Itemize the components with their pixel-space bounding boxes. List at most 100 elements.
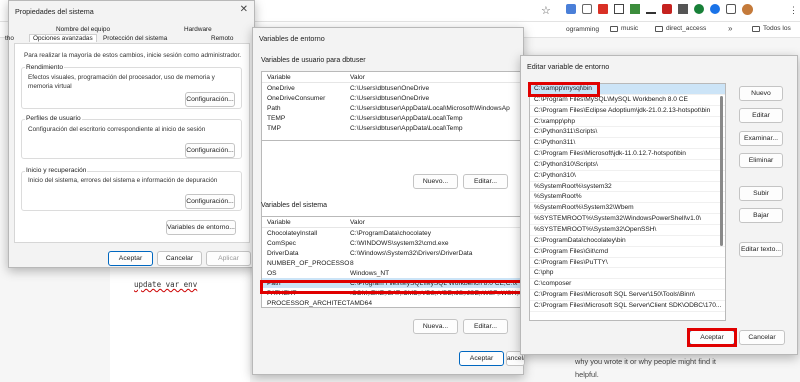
column-header-variable[interactable]: Variable	[262, 219, 350, 226]
cancel-button[interactable]: Cancelar	[157, 251, 202, 266]
delete-button[interactable]: Eliminar	[739, 153, 783, 168]
bolt-extension-icon[interactable]	[678, 4, 688, 14]
table-row[interactable]: PROCESSOR_ARCHITECTUREAMD64	[262, 298, 523, 307]
environment-variables-dialog: Variables de entorno Variables de usuari…	[252, 27, 526, 375]
user-edit-button[interactable]: Editar...	[463, 174, 508, 189]
puzzle-extension-icon[interactable]	[726, 4, 736, 14]
list-item[interactable]: C:\xampp\php	[530, 117, 725, 128]
edit-button[interactable]: Editar	[739, 108, 783, 123]
list-item[interactable]: %SYSTEMROOT%\System32\OpenSSH\	[530, 225, 725, 236]
apply-button[interactable]: Aplicar	[206, 251, 251, 266]
answer-text-line-1: why you wrote it or why people might fin…	[575, 357, 716, 366]
list-item[interactable]: %SYSTEMROOT%\System32\WindowsPowerShell\…	[530, 214, 725, 225]
column-header-variable[interactable]: Variable	[262, 74, 350, 81]
list-item[interactable]: C:\Program Files\MySQL\MySQL Workbench 8…	[530, 95, 725, 106]
sliders-extension-icon[interactable]	[646, 4, 656, 14]
tab-remote[interactable]: Remoto	[211, 35, 233, 42]
list-item[interactable]: C:\Program Files\Git\cmd	[530, 247, 725, 258]
table-row[interactable]: Path C:\Users\dbtuser\AppData\Local\Micro…	[262, 103, 523, 113]
list-item[interactable]: C:\Python311\	[530, 138, 725, 150]
bookmark-direct-access[interactable]: direct_access	[655, 25, 706, 32]
list-item[interactable]: C:\Program Files\PuTTY\	[530, 258, 725, 269]
tab-system-protection[interactable]: Protección del sistema	[103, 35, 167, 42]
close-icon[interactable]: ✕	[240, 5, 248, 15]
table-row[interactable]: ComSpec C:\WINDOWS\system32\cmd.exe	[262, 238, 523, 248]
list-item[interactable]: C:\Program Files\Microsoft SQL Server\Cl…	[530, 301, 725, 312]
browser-menu-icon[interactable]: ⋮	[789, 5, 798, 16]
pdf-extension-icon[interactable]	[598, 4, 608, 14]
list-item[interactable]: C:\Program Files\Microsoft\jdk-11.0.12.7…	[530, 149, 725, 160]
cancel-button[interactable]: Cancelar	[739, 330, 785, 345]
table-row[interactable]: DriverData C:\Windows\System32\Drivers\Dr…	[262, 248, 523, 258]
list-item[interactable]: %SystemRoot%	[530, 192, 725, 204]
move-up-button[interactable]: Subir	[739, 186, 783, 201]
list-item[interactable]: C:\Program Files\Eclipse Adoptium\jdk-21…	[530, 106, 725, 117]
new-button[interactable]: Nuevo	[739, 86, 783, 101]
bookmark-music[interactable]: music	[610, 25, 638, 32]
browse-button[interactable]: Examinar...	[739, 131, 783, 146]
folder-icon	[655, 25, 663, 32]
list-scrollbar[interactable]	[720, 96, 723, 246]
green-extension-icon[interactable]	[694, 4, 704, 14]
list-item[interactable]: C:\ProgramData\chocolatey\bin	[530, 236, 725, 247]
system-vars-label: Variables del sistema	[261, 202, 328, 209]
blue-extension-icon[interactable]	[710, 4, 720, 14]
path-entries-list[interactable]: C:\xampp\mysql\bin C:\Program Files\MySQ…	[529, 83, 726, 321]
system-edit-button[interactable]: Editar...	[463, 319, 508, 334]
list-item[interactable]: %SystemRoot%\System32\Wbem	[530, 203, 725, 215]
edit-text-button[interactable]: Editar texto...	[739, 242, 783, 257]
mail-extension-icon[interactable]	[662, 4, 672, 14]
translate-extension-icon[interactable]	[566, 4, 576, 14]
tab-advanced[interactable]: Opciones avanzadas	[29, 34, 97, 42]
grid-extension-icon[interactable]	[630, 4, 640, 14]
startup-settings-button[interactable]: Configuración...	[185, 194, 235, 209]
user-vars-label: Variables de usuario para dbtuser	[261, 57, 366, 64]
variable-value: C:\Windows\System32\Drivers\DriverData	[350, 249, 473, 257]
variable-value: .COM;.EXE;.BAT;.CMD;.VBS;.VBE;.JS;.JSE;.…	[350, 289, 523, 297]
more-bookmarks-chevron-icon[interactable]: »	[728, 24, 732, 33]
tab-hardware[interactable]: Hardware	[184, 26, 212, 33]
list-item[interactable]: C:\Program Files\Microsoft SQL Server\15…	[530, 290, 725, 301]
system-variables-table[interactable]: Variable Valor ChocolateyInstall C:\Progra…	[261, 216, 524, 308]
table-row-selected[interactable]: Path C:\Program Files\MySQL\MySQL Workben…	[262, 278, 523, 288]
user-new-button[interactable]: Nuevo...	[413, 174, 458, 189]
bookmark-star-icon[interactable]: ☆	[541, 4, 551, 17]
tab-computer-name[interactable]: Nombre del equipo	[56, 26, 110, 33]
column-header-value[interactable]: Valor	[350, 74, 523, 81]
bookmark-all[interactable]: Todos los	[752, 25, 791, 32]
table-row[interactable]: NUMBER_OF_PROCESSORS 8	[262, 258, 523, 268]
environment-variables-button[interactable]: Variables de entorno...	[166, 220, 236, 235]
table-header: Variable Valor	[262, 217, 523, 228]
ok-button[interactable]: Aceptar	[108, 251, 153, 266]
table-row[interactable]: OneDrive C:\Users\dbtuser\OneDrive	[262, 83, 523, 93]
startup-description: Inicio del sistema, errores del sistema …	[28, 177, 218, 184]
performance-settings-button[interactable]: Configuración...	[185, 92, 235, 107]
system-new-button[interactable]: Nueva...	[413, 319, 458, 334]
profiles-settings-button[interactable]: Configuración...	[185, 143, 235, 158]
titlebar: Variables de entorno	[253, 28, 523, 48]
table-row[interactable]: TMP C:\Users\dbtuser\AppData\Local\Temp	[262, 123, 523, 133]
table-row[interactable]: OS Windows_NT	[262, 268, 523, 278]
table-row[interactable]: ChocolateyInstall C:\ProgramData\chocolat…	[262, 228, 523, 238]
column-header-value[interactable]: Valor	[350, 219, 523, 226]
table-row[interactable]: OneDriveConsumer C:\Users\dbtuser\OneDriv…	[262, 93, 523, 103]
table-row[interactable]: PATHEXT .COM;.EXE;.BAT;.CMD;.VBS;.VBE;.JS…	[262, 288, 523, 298]
ok-button[interactable]: Aceptar	[689, 330, 735, 345]
list-item[interactable]: %SystemRoot%\system32	[530, 182, 725, 193]
cast-extension-icon[interactable]	[614, 4, 624, 14]
profile-avatar[interactable]	[742, 4, 753, 15]
variable-name: ComSpec	[267, 239, 296, 247]
list-item[interactable]: C:\php	[530, 268, 725, 280]
user-variables-table[interactable]: Variable Valor OneDrive C:\Users\dbtuser\O…	[261, 71, 524, 141]
camera-extension-icon[interactable]	[582, 4, 592, 14]
variable-value: C:\ProgramData\chocolatey	[350, 229, 431, 237]
ok-button[interactable]: Aceptar	[459, 351, 504, 366]
table-row[interactable]: TEMP C:\Users\dbtuser\AppData\Local\Temp	[262, 113, 523, 123]
list-item-selected[interactable]: C:\xampp\mysql\bin	[530, 84, 725, 95]
bookmark-programming[interactable]: ogramming	[566, 26, 599, 33]
move-down-button[interactable]: Bajar	[739, 208, 783, 223]
list-item[interactable]: C:\Python311\Scripts\	[530, 127, 725, 139]
list-item[interactable]: C:\composer	[530, 279, 725, 291]
list-item[interactable]: C:\Python310\	[530, 171, 725, 182]
list-item[interactable]: C:\Python310\Scripts\	[530, 160, 725, 171]
